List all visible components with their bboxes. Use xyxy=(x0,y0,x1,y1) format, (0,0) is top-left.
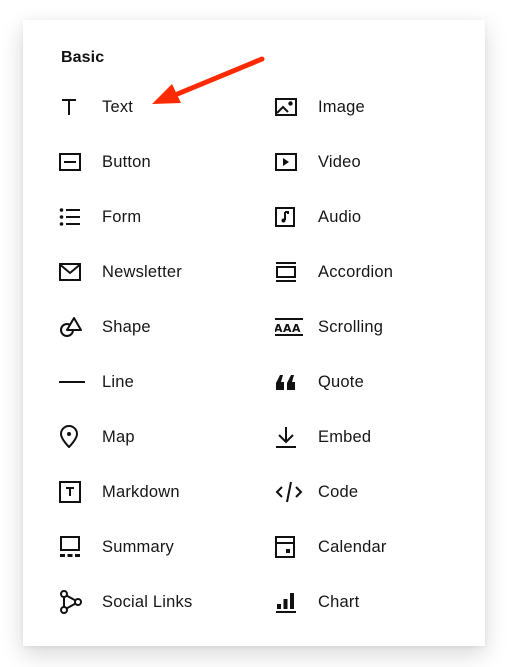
block-label: Line xyxy=(102,372,134,391)
block-item-audio[interactable]: Audio xyxy=(275,195,475,239)
block-item-button[interactable]: Button xyxy=(59,140,275,184)
video-icon xyxy=(275,150,303,174)
block-item-newsletter[interactable]: Newsletter xyxy=(59,250,275,294)
line-icon xyxy=(59,370,87,394)
svg-text:AAA: AAA xyxy=(275,322,301,335)
block-label: Map xyxy=(102,427,135,446)
shape-icon xyxy=(59,315,87,339)
block-grid: Text Image Button Video Form Audio Newsl… xyxy=(59,85,479,635)
block-label: Code xyxy=(318,482,359,501)
block-label: Video xyxy=(318,152,361,171)
form-list-icon xyxy=(59,205,87,229)
block-item-video[interactable]: Video xyxy=(275,140,475,184)
block-item-embed[interactable]: Embed xyxy=(275,415,475,459)
button-icon xyxy=(59,150,87,174)
block-label: Summary xyxy=(102,537,174,556)
block-label: Form xyxy=(102,207,142,226)
block-label: Accordion xyxy=(318,262,394,281)
block-item-summary[interactable]: Summary xyxy=(59,525,275,569)
block-item-quote[interactable]: Quote xyxy=(275,360,475,404)
calendar-icon xyxy=(275,535,303,559)
block-label: Embed xyxy=(318,427,372,446)
block-label: Newsletter xyxy=(102,262,182,281)
block-label: Social Links xyxy=(102,592,193,611)
block-item-social-links[interactable]: Social Links xyxy=(59,580,275,624)
block-label: Audio xyxy=(318,207,362,226)
block-item-markdown[interactable]: Markdown xyxy=(59,470,275,514)
text-icon xyxy=(59,95,87,119)
block-label: Shape xyxy=(102,317,151,336)
block-item-accordion[interactable]: Accordion xyxy=(275,250,475,294)
markdown-icon xyxy=(59,480,87,504)
block-label: Image xyxy=(318,97,365,116)
block-label: Button xyxy=(102,152,151,171)
block-label: Markdown xyxy=(102,482,180,501)
block-label: Quote xyxy=(318,372,364,391)
block-label: Calendar xyxy=(318,537,387,556)
block-label: Chart xyxy=(318,592,360,611)
section-title: Basic xyxy=(61,49,105,66)
audio-icon xyxy=(275,205,303,229)
social-links-icon xyxy=(59,590,87,614)
block-item-map[interactable]: Map xyxy=(59,415,275,459)
block-item-form[interactable]: Form xyxy=(59,195,275,239)
map-pin-icon xyxy=(59,425,87,449)
code-icon xyxy=(275,480,303,504)
block-label: Scrolling xyxy=(318,317,384,336)
envelope-icon xyxy=(59,260,87,284)
block-item-calendar[interactable]: Calendar xyxy=(275,525,475,569)
block-picker-panel: Basic Text Image Button Video Form Audio… xyxy=(23,20,485,646)
scrolling-icon: AAA xyxy=(275,315,303,339)
summary-icon xyxy=(59,535,87,559)
block-item-code[interactable]: Code xyxy=(275,470,475,514)
block-item-shape[interactable]: Shape xyxy=(59,305,275,349)
block-item-text[interactable]: Text xyxy=(59,85,275,129)
block-item-image[interactable]: Image xyxy=(275,85,475,129)
block-label: Text xyxy=(102,97,134,116)
quote-icon xyxy=(275,370,303,394)
chart-icon xyxy=(275,590,303,614)
block-item-chart[interactable]: Chart xyxy=(275,580,475,624)
embed-icon xyxy=(275,425,303,449)
accordion-icon xyxy=(275,260,303,284)
block-item-scrolling[interactable]: AAA Scrolling xyxy=(275,305,475,349)
block-item-line[interactable]: Line xyxy=(59,360,275,404)
image-icon xyxy=(275,95,303,119)
